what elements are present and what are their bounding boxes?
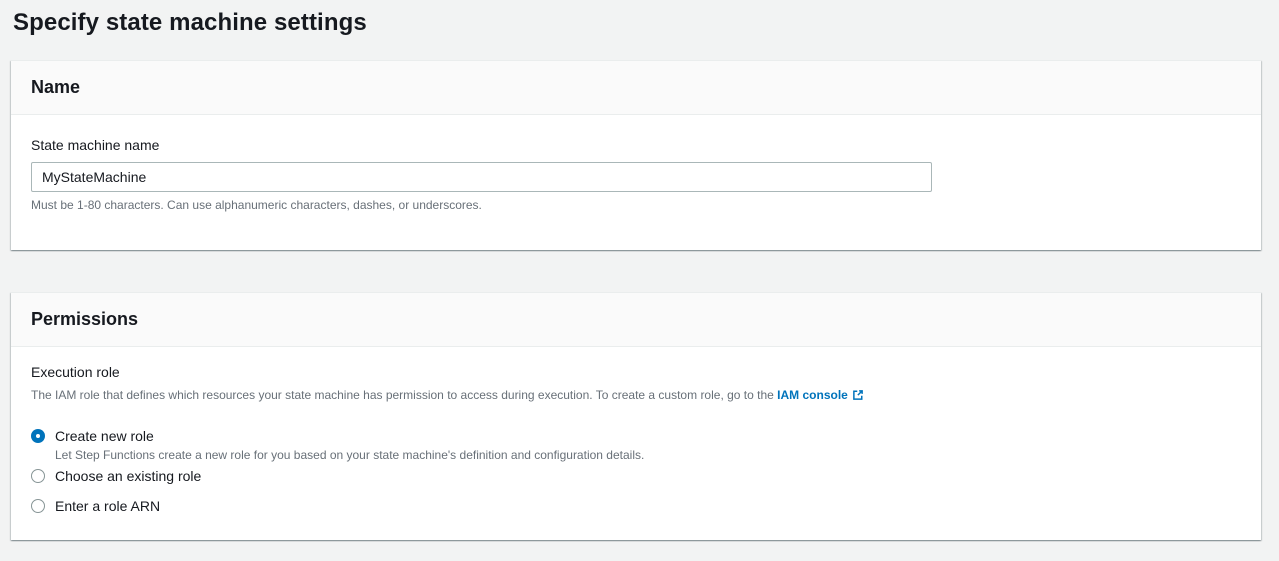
- name-section-title: Name: [31, 77, 81, 97]
- radio-button[interactable]: [31, 499, 45, 513]
- state-machine-name-input[interactable]: [31, 162, 932, 192]
- radio-option-label[interactable]: Choose an existing role: [55, 466, 201, 486]
- permissions-section-header: Permissions: [11, 293, 1261, 347]
- execution-role-options: Create new role Let Step Functions creat…: [31, 426, 1241, 516]
- execution-role-label: Execution role: [31, 364, 120, 380]
- execution-role-description-text: The IAM role that defines which resource…: [31, 388, 778, 402]
- radio-button[interactable]: [31, 469, 45, 483]
- permissions-section-body: Execution role The IAM role that defines…: [11, 347, 1261, 540]
- radio-button[interactable]: [31, 429, 45, 443]
- radio-option-label[interactable]: Create new role: [55, 426, 154, 446]
- state-machine-name-label: State machine name: [31, 137, 160, 153]
- radio-option-create-new-role[interactable]: Create new role: [31, 426, 1241, 446]
- page-title: Specify state machine settings: [13, 9, 367, 36]
- permissions-section-title: Permissions: [31, 309, 139, 329]
- iam-console-link-label: IAM console: [777, 388, 848, 402]
- iam-console-link[interactable]: IAM console: [777, 388, 864, 402]
- permissions-section-card: Permissions Execution role The IAM role …: [11, 292, 1261, 540]
- external-link-icon: [852, 389, 864, 405]
- radio-option-enter-role-arn[interactable]: Enter a role ARN: [31, 496, 1241, 516]
- radio-option-label[interactable]: Enter a role ARN: [55, 496, 160, 516]
- radio-option-choose-existing-role[interactable]: Choose an existing role: [31, 466, 1241, 486]
- radio-option-description: Let Step Functions create a new role for…: [55, 448, 645, 462]
- execution-role-description: The IAM role that defines which resource…: [31, 387, 1241, 405]
- name-section-body: State machine name Must be 1-80 characte…: [11, 115, 1261, 250]
- name-section-header: Name: [11, 61, 1261, 115]
- state-machine-name-hint: Must be 1-80 characters. Can use alphanu…: [31, 198, 482, 212]
- name-section-card: Name State machine name Must be 1-80 cha…: [11, 60, 1261, 250]
